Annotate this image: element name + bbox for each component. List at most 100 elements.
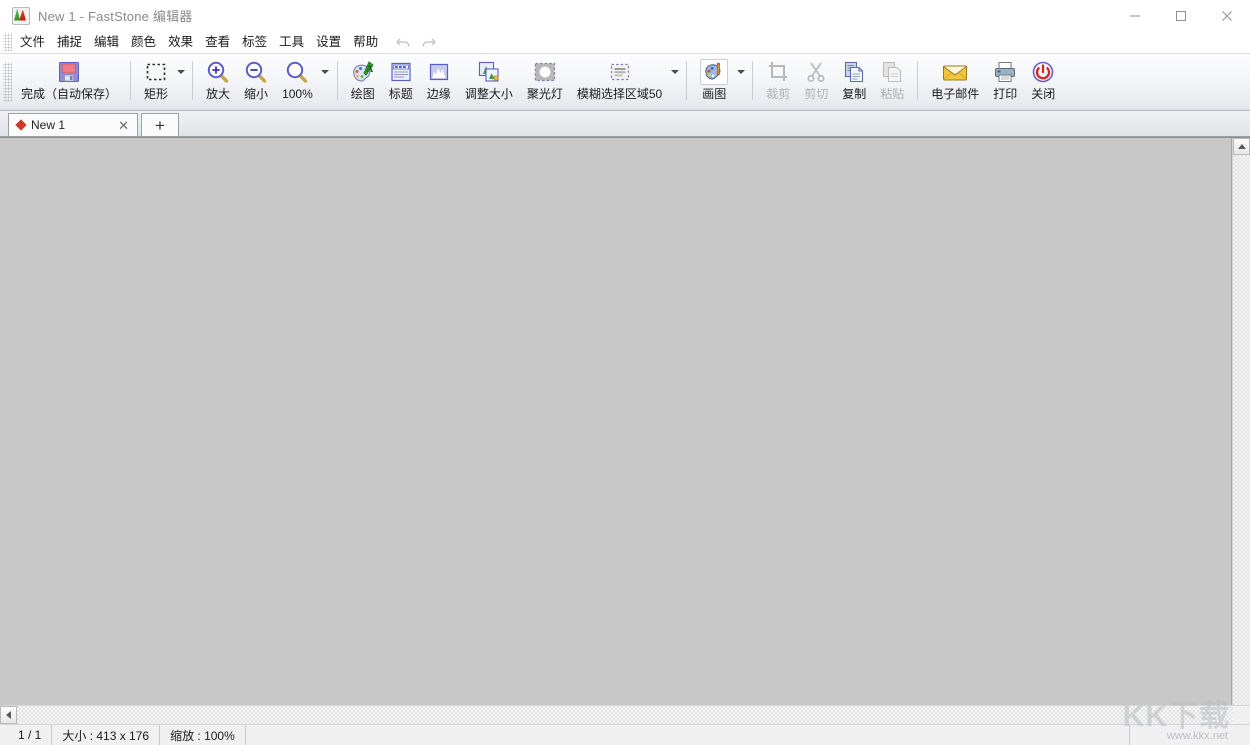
toolbar-paint[interactable]: 画图 (693, 54, 735, 110)
toolbar-rectangle-dropdown[interactable] (175, 54, 186, 110)
undo-redo-group (396, 36, 436, 48)
title-bar: New 1 - FastStone 编辑器 (0, 0, 1250, 31)
horizontal-scrollbar[interactable] (0, 705, 1250, 724)
maximize-icon[interactable] (1158, 0, 1204, 31)
chevron-down-icon (737, 70, 745, 74)
toolbar-zoom-in-label: 放大 (206, 87, 230, 101)
menu-drag-grip[interactable] (3, 33, 12, 51)
status-bar: 1 / 1 大小 : 413 x 176 缩放 : 100% (0, 724, 1250, 745)
menu-help[interactable]: 帮助 (348, 32, 383, 52)
paste-icon (880, 59, 904, 85)
toolbar-copy[interactable]: 复制 (835, 54, 873, 110)
toolbar-draw-label: 绘图 (351, 87, 375, 101)
toolbar-paint-label: 画图 (702, 87, 726, 101)
toolbar-separator (752, 61, 753, 100)
image-canvas[interactable] (0, 138, 1232, 705)
toolbar-draw[interactable]: A 绘图 (344, 54, 382, 110)
menu-color[interactable]: 颜色 (126, 32, 161, 52)
toolbar-blur-region[interactable]: 模糊选择区域50 (570, 54, 669, 110)
arrow-up-glyph (1238, 144, 1246, 149)
toolbar-rectangle[interactable]: 矩形 (137, 54, 175, 110)
toolbar-paste-label: 粘贴 (880, 87, 904, 101)
toolbar-email-label: 电子邮件 (931, 87, 979, 101)
zoom-actual-icon (285, 59, 309, 85)
toolbar-separator (130, 61, 131, 100)
main-toolbar: 完成（自动保存） 矩形 放大 (0, 54, 1250, 111)
draw-palette-icon: A (351, 59, 375, 85)
toolbar-paint-dropdown[interactable] (735, 54, 746, 110)
vertical-scrollbar[interactable] (1232, 138, 1250, 705)
copy-icon (842, 59, 866, 85)
menu-tags[interactable]: 标签 (237, 32, 272, 52)
toolbar-separator (337, 61, 338, 100)
editor-workspace (0, 137, 1250, 705)
chevron-down-icon (177, 70, 185, 74)
toolbar-close-label: 关闭 (1031, 87, 1055, 101)
toolbar-resize[interactable]: 调整大小 (458, 54, 520, 110)
toolbar-edge[interactable]: 边缘 (420, 54, 458, 110)
toolbar-cut-label: 剪切 (804, 87, 828, 101)
menu-file[interactable]: 文件 (15, 32, 50, 52)
toolbar-separator (917, 61, 918, 100)
toolbar-blur-dropdown[interactable] (669, 54, 680, 110)
vertical-scroll-track[interactable] (1233, 155, 1250, 705)
menu-settings[interactable]: 设置 (311, 32, 346, 52)
faststone-logo-icon (12, 7, 30, 25)
rectangle-select-icon (145, 59, 167, 85)
scroll-up-arrow-icon[interactable] (1233, 138, 1250, 155)
crop-icon (766, 59, 790, 85)
toolbar-print-label: 打印 (993, 87, 1017, 101)
toolbar-zoom-out-label: 缩小 (244, 87, 268, 101)
power-close-icon (1031, 59, 1055, 85)
menu-tools[interactable]: 工具 (274, 32, 309, 52)
toolbar-zoom-100[interactable]: 100% (275, 54, 320, 110)
toolbar-crop[interactable]: 裁剪 (759, 54, 797, 110)
edge-effect-icon (427, 59, 451, 85)
toolbar-email[interactable]: 电子邮件 (924, 54, 986, 110)
new-tab-button[interactable]: + (141, 113, 179, 136)
toolbar-zoom-100-label: 100% (282, 87, 313, 101)
zoom-in-icon (206, 59, 230, 85)
close-icon[interactable] (1204, 0, 1250, 31)
toolbar-zoom-dropdown[interactable] (320, 54, 331, 110)
toolbar-zoom-in[interactable]: 放大 (199, 54, 237, 110)
menu-bar: 文件 捕捉 编辑 颜色 效果 查看 标签 工具 设置 帮助 (0, 31, 1250, 54)
toolbar-caption[interactable]: 标题 (382, 54, 420, 110)
toolbar-close[interactable]: 关闭 (1024, 54, 1062, 110)
spotlight-icon (533, 59, 557, 85)
chevron-down-icon (671, 70, 679, 74)
horizontal-scroll-track[interactable] (17, 706, 1233, 724)
toolbar-separator (686, 61, 687, 100)
toolbar-drag-grip[interactable] (3, 62, 12, 102)
toolbar-finish-autosave-label: 完成（自动保存） (21, 87, 117, 101)
status-spacer (246, 725, 1130, 745)
toolbar-finish-autosave[interactable]: 完成（自动保存） (14, 54, 124, 110)
toolbar-zoom-out[interactable]: 缩小 (237, 54, 275, 110)
window-title: New 1 - FastStone 编辑器 (38, 6, 192, 25)
zoom-out-icon (244, 59, 268, 85)
toolbar-spotlight-label: 聚光灯 (527, 87, 563, 101)
scrollbar-corner (1233, 706, 1250, 724)
chevron-down-icon (321, 70, 329, 74)
tab-new-1[interactable]: New 1 ✕ (8, 113, 138, 136)
minimize-icon[interactable] (1112, 0, 1158, 31)
menu-edit[interactable]: 编辑 (89, 32, 124, 52)
toolbar-copy-label: 复制 (842, 87, 866, 101)
menu-capture[interactable]: 捕捉 (52, 32, 87, 52)
plus-icon: + (155, 117, 165, 134)
menu-view[interactable]: 查看 (200, 32, 235, 52)
menu-effects[interactable]: 效果 (163, 32, 198, 52)
paint-icon (700, 59, 728, 85)
toolbar-print[interactable]: 打印 (986, 54, 1024, 110)
arrow-left-glyph (6, 711, 11, 719)
toolbar-paste[interactable]: 粘贴 (873, 54, 911, 110)
toolbar-separator (192, 61, 193, 100)
toolbar-resize-label: 调整大小 (465, 87, 513, 101)
email-envelope-icon (942, 59, 968, 85)
save-floppy-icon (57, 59, 81, 85)
toolbar-cut[interactable]: 剪切 (797, 54, 835, 110)
document-tab-bar: New 1 ✕ + (0, 111, 1250, 137)
scroll-left-arrow-icon[interactable] (0, 706, 17, 724)
toolbar-spotlight[interactable]: 聚光灯 (520, 54, 570, 110)
close-icon[interactable]: ✕ (116, 119, 131, 132)
